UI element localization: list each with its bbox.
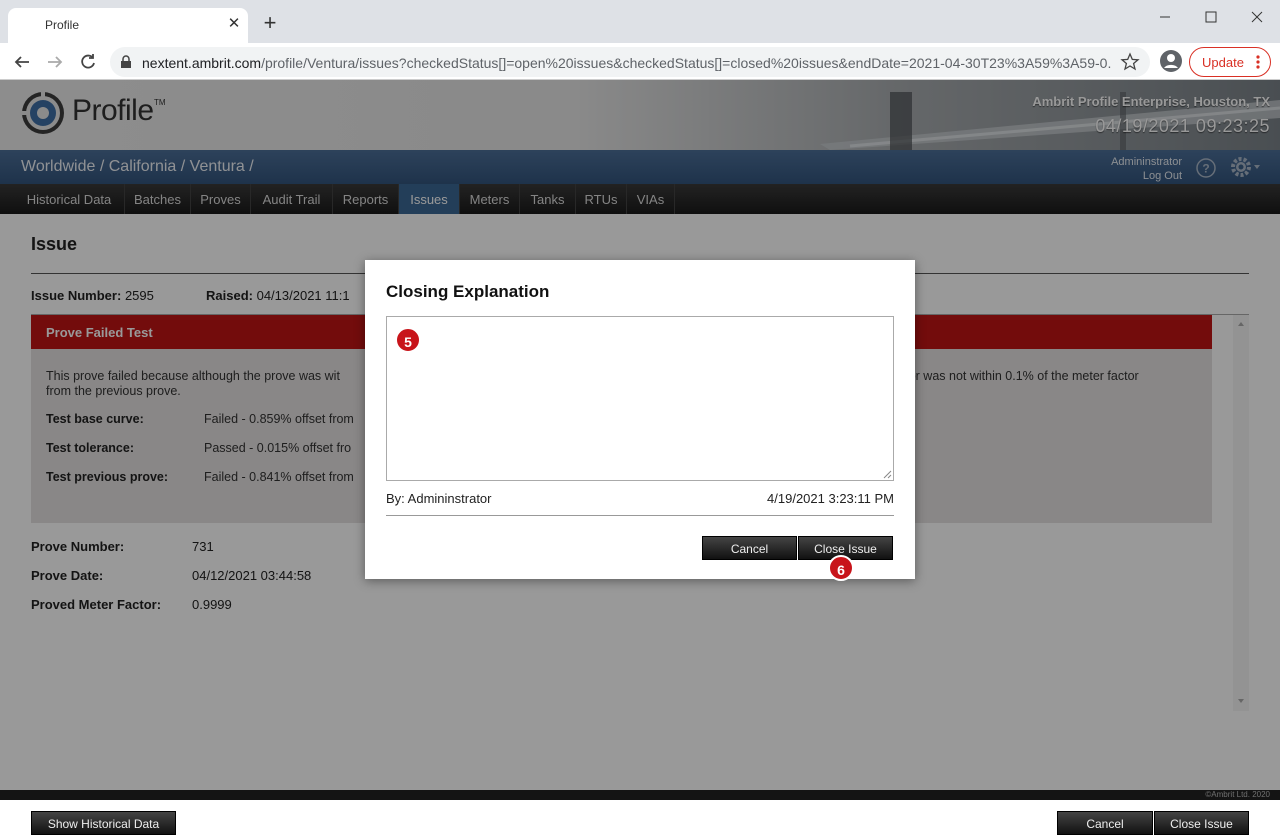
window-maximize-button[interactable] xyxy=(1188,4,1234,30)
profile-avatar-icon[interactable] xyxy=(1158,48,1184,74)
back-arrow-icon[interactable] xyxy=(9,49,35,75)
show-historical-data-button[interactable]: Show Historical Data xyxy=(31,811,176,835)
dialog-author: By: Admininstrator xyxy=(386,491,492,506)
browser-toolbar: nextent.ambrit.com/profile/Ventura/issue… xyxy=(0,43,1280,80)
close-issue-button[interactable]: Close Issue xyxy=(1154,811,1249,835)
closing-explanation-textarea[interactable] xyxy=(386,316,894,481)
window-minimize-button[interactable] xyxy=(1142,4,1188,30)
dialog-title: Closing Explanation xyxy=(386,282,550,301)
address-bar[interactable]: nextent.ambrit.com/profile/Ventura/issue… xyxy=(110,47,1150,77)
tab-close-icon[interactable]: ✕ xyxy=(226,16,242,32)
step-badge: 5 xyxy=(395,327,421,353)
dialog-date: 4/19/2021 3:23:11 PM xyxy=(767,491,894,506)
step-badge: 6 xyxy=(828,555,854,581)
lock-icon xyxy=(120,55,132,72)
update-button[interactable]: Update xyxy=(1189,47,1271,77)
forward-arrow-icon[interactable] xyxy=(42,49,68,75)
cancel-button[interactable]: Cancel xyxy=(1057,811,1153,835)
browser-tab[interactable]: Profile ✕ xyxy=(8,8,248,43)
url-text: nextent.ambrit.com/profile/Ventura/issue… xyxy=(142,55,1112,71)
dialog-cancel-button[interactable]: Cancel xyxy=(702,536,797,560)
closing-explanation-dialog: Closing Explanation 5 By: Admininstrator… xyxy=(365,260,915,581)
more-vertical-icon xyxy=(1256,55,1260,69)
browser-tab-bar: Profile ✕ + xyxy=(0,0,1280,43)
reload-icon[interactable] xyxy=(75,49,101,75)
tab-title: Profile xyxy=(45,18,80,32)
resize-grip-icon[interactable] xyxy=(882,469,892,479)
bookmark-star-icon[interactable] xyxy=(1120,52,1140,72)
window-close-button[interactable] xyxy=(1234,4,1280,30)
new-tab-icon[interactable]: + xyxy=(260,12,280,34)
divider xyxy=(386,515,894,516)
